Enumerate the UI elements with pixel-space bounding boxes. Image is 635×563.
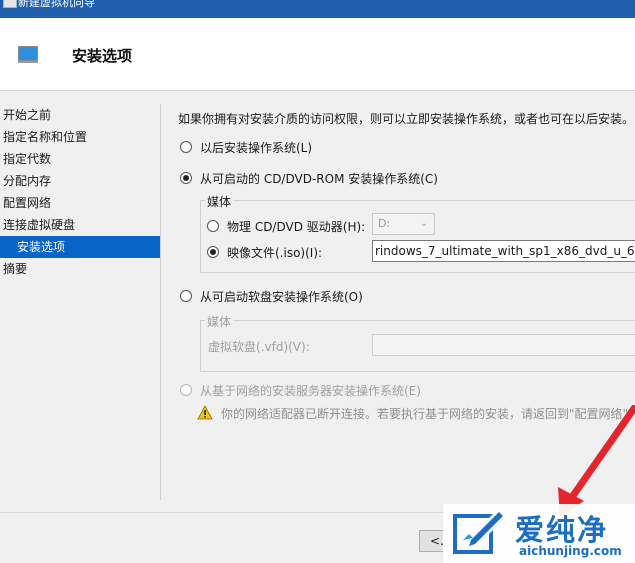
radio-floppy[interactable] <box>180 290 192 302</box>
nav-item-memory[interactable]: 分配内存 <box>0 170 160 192</box>
option-install-later[interactable]: 以后安装操作系统(L) <box>180 138 312 156</box>
nav-item-name-location[interactable]: 指定名称和位置 <box>0 126 160 148</box>
window-title: 新建虚拟机向导 <box>18 0 95 9</box>
option-physical-drive[interactable]: 物理 CD/DVD 驱动器(H): <box>207 217 365 235</box>
watermark: 爱纯净 aichunjing.com <box>443 504 635 563</box>
wizard-header: 安装选项 <box>0 18 635 90</box>
image-file-input[interactable]: rindows_7_ultimate_with_sp1_x86_dvd_u_67… <box>372 240 635 262</box>
warning-icon <box>197 405 213 421</box>
media-group <box>200 200 635 273</box>
option-floppy[interactable]: 从可启动软盘安装操作系统(O) <box>180 287 363 305</box>
nav-divider <box>160 104 161 500</box>
radio-install-later[interactable] <box>180 141 192 153</box>
image-file-label: 映像文件(.iso)(I): <box>227 245 323 260</box>
floppy-media-label: 媒体 <box>205 313 234 330</box>
option-image-file[interactable]: 映像文件(.iso)(I): <box>207 243 322 261</box>
radio-physical-drive[interactable] <box>207 220 219 232</box>
nav-item-summary[interactable]: 摘要 <box>0 258 160 280</box>
red-arrow-annotation <box>558 405 635 517</box>
header-divider <box>0 90 635 91</box>
title-bar: 新建虚拟机向导 <box>0 0 635 18</box>
physical-drive-label: 物理 CD/DVD 驱动器(H): <box>227 219 366 234</box>
option-network[interactable]: 从基于网络的安装服务器安装操作系统(E) <box>180 381 421 399</box>
media-group-label: 媒体 <box>205 193 234 210</box>
option-bootable-cd-label: 从可启动的 CD/DVD-ROM 安装操作系统(C) <box>200 171 438 186</box>
virtual-floppy-input[interactable] <box>372 334 635 356</box>
radio-network[interactable] <box>180 384 192 396</box>
chevron-down-icon: ⌄ <box>419 218 428 229</box>
radio-image-file[interactable] <box>207 246 219 258</box>
option-bootable-cd[interactable]: 从可启动的 CD/DVD-ROM 安装操作系统(C) <box>180 169 438 187</box>
nav-item-virtual-disk[interactable]: 连接虚拟硬盘 <box>0 214 160 236</box>
watermark-brand: 爱纯净 <box>515 513 609 547</box>
nav-item-before-you-begin[interactable]: 开始之前 <box>0 104 160 126</box>
physical-drive-value: D: <box>378 217 391 230</box>
radio-bootable-cd[interactable] <box>180 172 192 184</box>
option-floppy-label: 从可启动软盘安装操作系统(O) <box>200 289 363 304</box>
wizard-nav: 开始之前 指定名称和位置 指定代数 分配内存 配置网络 连接虚拟硬盘 安装选项 … <box>0 104 160 280</box>
option-network-label: 从基于网络的安装服务器安装操作系统(E) <box>200 383 421 398</box>
page-title: 安装选项 <box>72 47 133 65</box>
nav-item-network[interactable]: 配置网络 <box>0 192 160 214</box>
nav-item-install-options[interactable]: 安装选项 <box>0 236 160 258</box>
watermark-url: aichunjing.com <box>519 544 622 558</box>
nav-item-generation[interactable]: 指定代数 <box>0 148 160 170</box>
virtual-floppy-label: 虚拟软盘(.vfd)(V): <box>208 339 310 354</box>
window-icon <box>3 0 17 8</box>
description-text: 如果你拥有对安装介质的访问权限，则可以立即安装操作系统，或者也可在以后安装。 <box>178 112 635 126</box>
watermark-logo-icon <box>453 512 503 554</box>
option-install-later-label: 以后安装操作系统(L) <box>200 140 313 155</box>
physical-drive-select[interactable]: D: ⌄ <box>372 213 435 235</box>
monitor-icon <box>18 46 38 61</box>
